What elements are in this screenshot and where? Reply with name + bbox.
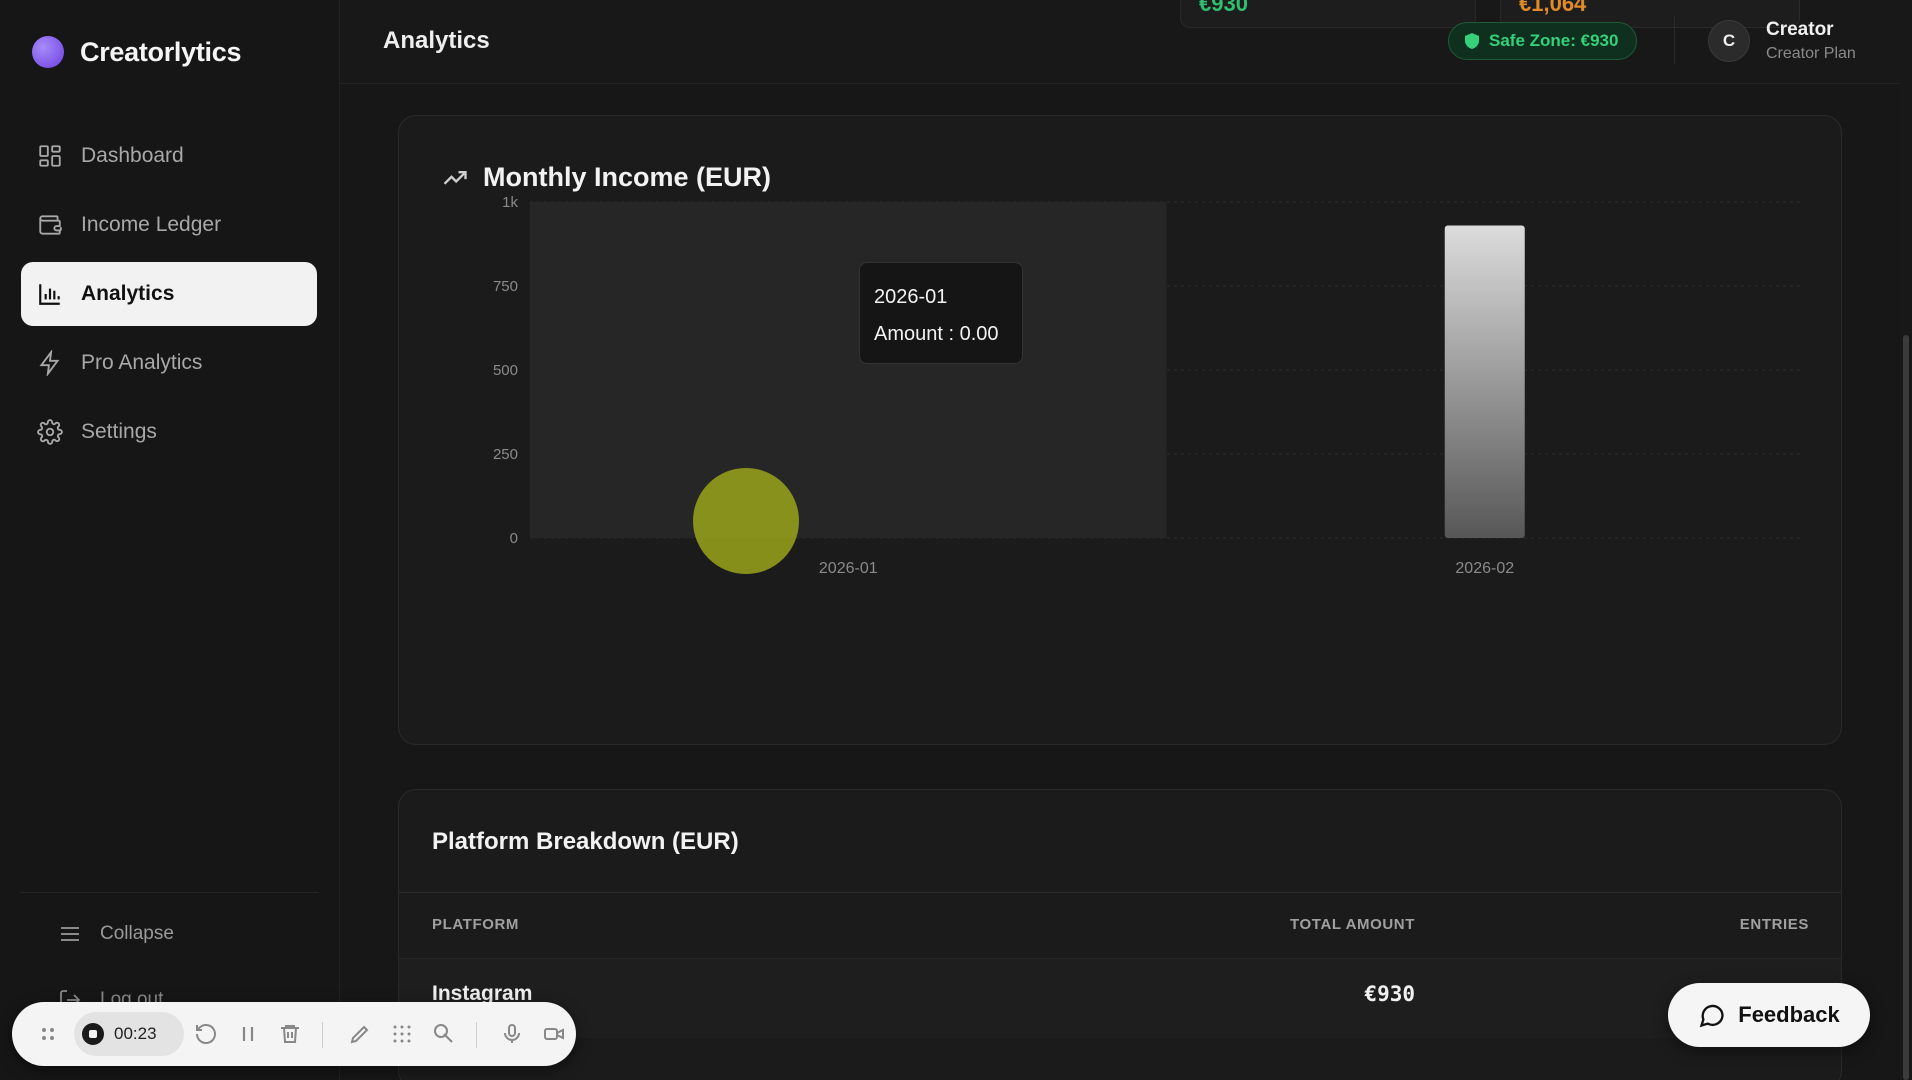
scrollbar-thumb[interactable] (1903, 335, 1909, 1080)
chat-bubble-icon (1699, 1004, 1724, 1028)
hover-band (530, 202, 1167, 538)
page-title: Analytics (383, 27, 490, 54)
tooltip-label: 2026-01 (874, 286, 948, 308)
column-header-platform[interactable]: PLATFORM (432, 916, 519, 933)
drag-handle-icon[interactable] (38, 1024, 58, 1044)
menu-icon (61, 927, 79, 941)
grid-dots-icon[interactable] (390, 1022, 414, 1046)
toolbar-divider (322, 1022, 323, 1048)
camera-icon[interactable] (542, 1022, 566, 1046)
sidebar-item-settings[interactable]: Settings (21, 400, 317, 464)
screen-recorder-toolbar: 00:23 (12, 1002, 576, 1066)
sidebar-nav: Dashboard Income Ledger Analytics Pro An… (21, 124, 317, 469)
y-tick-label: 500 (493, 362, 518, 379)
y-tick-label: 750 (493, 278, 518, 295)
lightning-icon (39, 350, 60, 376)
y-tick-label: 250 (493, 446, 518, 463)
sidebar-item-dashboard[interactable]: Dashboard (21, 124, 317, 188)
feedback-label: Feedback (1738, 1002, 1840, 1027)
total-amount-cell: €930 (1364, 982, 1415, 1006)
top-header: Analytics €930 €1,064 Safe Zone: €930 C … (340, 0, 1912, 84)
sidebar-item-income-ledger[interactable]: Income Ledger (21, 193, 317, 257)
user-name: Creator (1766, 19, 1834, 40)
summary-card-value: €930 (1199, 0, 1248, 16)
microphone-icon[interactable] (500, 1022, 524, 1046)
restart-icon[interactable] (194, 1022, 218, 1046)
bar (1444, 225, 1525, 538)
brand-name: Creatorlytics (80, 36, 242, 67)
column-header-entries[interactable]: ENTRIES (1740, 916, 1809, 933)
collapse-label: Collapse (100, 923, 174, 944)
recording-timer: 00:23 (114, 1024, 157, 1043)
stop-recording-button[interactable] (82, 1023, 104, 1045)
avatar[interactable]: C (1708, 20, 1750, 62)
chart-tooltip: 2026-01 Amount : 0.00 (859, 262, 1023, 364)
wallet-icon (39, 215, 62, 235)
y-tick-label: 1k (502, 194, 518, 211)
column-header-total-amount[interactable]: TOTAL AMOUNT (1290, 916, 1415, 933)
trash-icon[interactable] (278, 1022, 302, 1046)
x-tick-label: 2026-02 (1455, 560, 1514, 577)
pause-icon[interactable] (236, 1022, 260, 1046)
summary-card-income: €930 (1180, 0, 1476, 28)
safe-zone-label: Safe Zone: €930 (1489, 31, 1619, 50)
tooltip-value: Amount : 0.00 (874, 323, 999, 345)
safe-zone-badge: Safe Zone: €930 (1448, 22, 1638, 60)
sidebar: Creatorlytics Dashboard Income Ledger An… (0, 0, 340, 1080)
toolbar-divider (476, 1022, 477, 1048)
income-bar-chart[interactable]: 0 250 500 750 1k 2026-01 2026-02 (399, 116, 1843, 746)
header-divider (1674, 16, 1675, 64)
dashboard-icon (39, 145, 61, 167)
feedback-button[interactable]: Feedback (1668, 983, 1870, 1047)
sidebar-item-analytics[interactable]: Analytics (21, 262, 317, 326)
platform-breakdown-title: Platform Breakdown (EUR) (432, 828, 739, 855)
shield-icon (1465, 33, 1479, 49)
platform-breakdown-card: Platform Breakdown (EUR) PLATFORM TOTAL … (398, 789, 1842, 1080)
gear-icon (37, 419, 63, 445)
cursor-highlight (693, 468, 799, 574)
sidebar-item-label: Income Ledger (81, 213, 222, 236)
monthly-income-card: Monthly Income (EUR) 0 250 500 750 1k 2026-0… (398, 115, 1842, 745)
summary-card-value: €1,064 (1519, 0, 1587, 16)
sidebar-item-label: Settings (81, 420, 157, 443)
sidebar-item-label: Dashboard (81, 144, 184, 167)
collapse-button[interactable]: Collapse (58, 922, 174, 946)
sidebar-item-label: Pro Analytics (81, 351, 203, 374)
brand[interactable]: Creatorlytics (32, 36, 241, 68)
user-plan: Creator Plan (1766, 45, 1856, 62)
brand-logo (32, 36, 64, 68)
x-tick-label: 2026-01 (819, 560, 878, 577)
y-tick-label: 0 (510, 530, 518, 547)
cursor-highlight-icon[interactable] (432, 1022, 456, 1046)
bar-chart-icon (39, 284, 60, 305)
pen-icon[interactable] (348, 1022, 372, 1046)
sidebar-divider (20, 892, 319, 893)
sidebar-item-pro-analytics[interactable]: Pro Analytics (21, 331, 317, 395)
card-divider (399, 892, 1841, 893)
table-row[interactable] (399, 958, 1841, 1038)
sidebar-item-label: Analytics (81, 282, 175, 305)
